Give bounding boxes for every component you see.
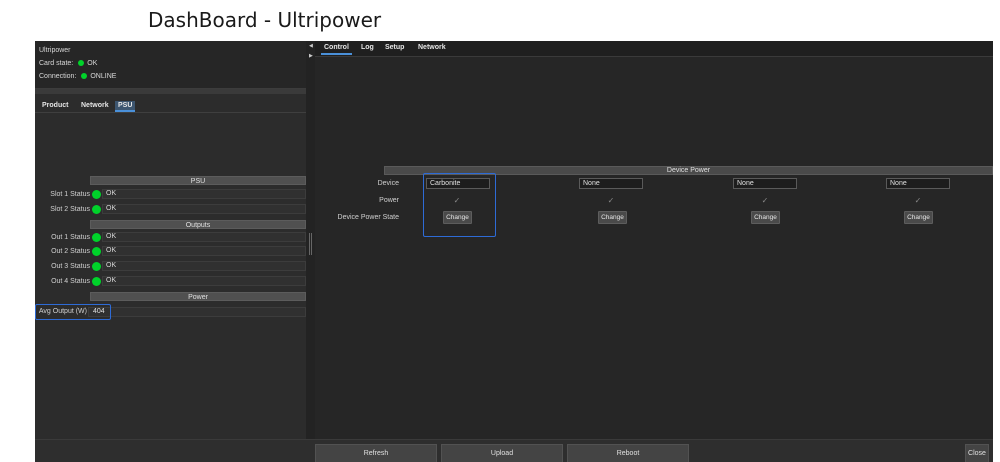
change-button-2[interactable]: Change bbox=[598, 211, 627, 224]
slot-1-status-label: Slot 1 Status bbox=[50, 191, 90, 198]
card-state-value: OK bbox=[87, 60, 98, 67]
connection-line: Connection: ONLINE bbox=[39, 73, 116, 80]
device-3-field[interactable]: None bbox=[733, 178, 797, 189]
tab-log[interactable]: Log bbox=[361, 44, 374, 51]
device-label: Device bbox=[377, 180, 399, 187]
refresh-button[interactable]: Refresh bbox=[315, 444, 437, 462]
dashboard-window: Ultripower Card state: OK Connection: ONLI… bbox=[35, 41, 993, 462]
change-button-4[interactable]: Change bbox=[904, 211, 933, 224]
expand-right-icon[interactable]: ▶ bbox=[309, 54, 313, 59]
upload-button[interactable]: Upload bbox=[441, 444, 563, 462]
connection-value: ONLINE bbox=[90, 73, 117, 80]
card-state-label: Card state: bbox=[39, 60, 74, 67]
right-pane: Control Log Setup Network Device Power D… bbox=[315, 41, 993, 439]
connection-label: Connection: bbox=[39, 73, 77, 80]
out-4-ok-icon bbox=[92, 277, 101, 286]
reboot-button[interactable]: Reboot bbox=[567, 444, 689, 462]
slot-2-ok-icon bbox=[92, 205, 101, 214]
out-4-status-field: OK bbox=[102, 276, 306, 286]
out-3-ok-icon bbox=[92, 262, 101, 271]
card-state-ok-icon bbox=[78, 60, 85, 67]
out-3-status-label: Out 3 Status bbox=[51, 263, 90, 270]
outputs-section-header: Outputs bbox=[90, 220, 306, 229]
out-4-status-label: Out 4 Status bbox=[51, 278, 90, 285]
slot-2-status-field: OK bbox=[102, 204, 306, 214]
tab-network-right[interactable]: Network bbox=[418, 44, 446, 51]
out-1-status-label: Out 1 Status bbox=[51, 234, 90, 241]
out-2-status-field: OK bbox=[102, 246, 306, 256]
power-4-check-icon[interactable]: ✓ bbox=[913, 196, 923, 206]
out-2-status-label: Out 2 Status bbox=[51, 248, 90, 255]
device-2-field[interactable]: None bbox=[579, 178, 643, 189]
avg-output-highlight bbox=[35, 304, 111, 320]
slot-1-status-field: OK bbox=[102, 189, 306, 199]
card-state-line: Card state: OK bbox=[39, 60, 97, 67]
tab-psu[interactable]: PSU bbox=[115, 101, 136, 112]
connection-ok-icon bbox=[81, 73, 88, 80]
slot-2-status-label: Slot 2 Status bbox=[50, 206, 90, 213]
device-1-highlight bbox=[423, 173, 496, 237]
out-3-status-field: OK bbox=[102, 261, 306, 271]
close-button[interactable]: Close bbox=[965, 444, 989, 462]
power-3-check-icon[interactable]: ✓ bbox=[760, 196, 770, 206]
left-tab-bar: Product Network PSU bbox=[35, 99, 306, 113]
left-pane: Ultripower Card state: OK Connection: ONLI… bbox=[35, 41, 306, 439]
psu-section-header: PSU bbox=[90, 176, 306, 185]
device-name: Ultripower bbox=[39, 47, 71, 54]
tab-control[interactable]: Control bbox=[321, 44, 352, 55]
tab-setup[interactable]: Setup bbox=[385, 44, 404, 51]
bottom-bar: Refresh Upload Reboot Close bbox=[35, 439, 993, 462]
page: DashBoard - Ultripower Ultripower Card s… bbox=[0, 0, 1000, 462]
change-button-3[interactable]: Change bbox=[751, 211, 780, 224]
out-2-ok-icon bbox=[92, 247, 101, 256]
slot-1-ok-icon bbox=[92, 190, 101, 199]
device-power-state-label: Device Power State bbox=[337, 214, 399, 221]
right-tab-bar: Control Log Setup Network bbox=[315, 41, 993, 57]
device-4-field[interactable]: None bbox=[886, 178, 950, 189]
tab-product[interactable]: Product bbox=[39, 101, 71, 110]
power-label: Power bbox=[379, 197, 399, 204]
info-divider bbox=[35, 89, 306, 94]
collapse-left-icon[interactable]: ◀ bbox=[309, 44, 313, 49]
device-info-panel: Ultripower Card state: OK Connection: ONLI… bbox=[35, 41, 306, 89]
tab-network-left[interactable]: Network bbox=[78, 101, 112, 110]
page-title: DashBoard - Ultripower bbox=[148, 8, 382, 32]
pane-splitter[interactable]: ◀ ▶ bbox=[306, 41, 315, 439]
splitter-grip-icon[interactable] bbox=[309, 233, 312, 255]
power-2-check-icon[interactable]: ✓ bbox=[606, 196, 616, 206]
avg-output-field: 404 bbox=[88, 307, 306, 317]
out-1-status-field: OK bbox=[102, 232, 306, 242]
power-section-header: Power bbox=[90, 292, 306, 301]
out-1-ok-icon bbox=[92, 233, 101, 242]
